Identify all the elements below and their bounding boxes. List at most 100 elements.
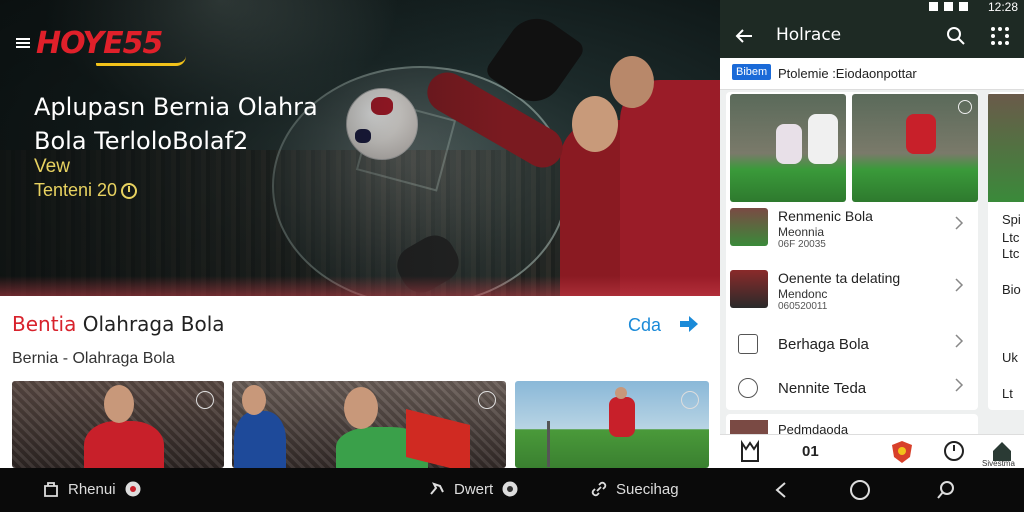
search-icon[interactable] <box>946 26 966 46</box>
badge-icon <box>196 391 214 409</box>
player-figure <box>776 124 802 164</box>
status-time: 12:28 <box>987 0 1018 14</box>
list-item-meta: 060520011 <box>778 301 828 312</box>
chevron-right-icon <box>955 334 964 348</box>
list-item[interactable]: Oenente ta delating Mendonc 060520011 <box>726 268 978 312</box>
sysnav-item-3[interactable]: Suecihag <box>590 480 679 498</box>
system-search-icon[interactable] <box>936 480 956 500</box>
peek-thumbnail <box>988 94 1024 202</box>
main-pane: HOYE55 Aplupasn Bernia Olahra Bola Terlo… <box>0 0 720 468</box>
hero-time: Tenteni 20 <box>34 180 138 201</box>
app-title: Holrace <box>776 25 842 45</box>
player-icon <box>430 482 444 495</box>
badge-icon <box>681 391 699 409</box>
list-item-subtitle: Mendonc <box>778 287 828 301</box>
menu-item-label: Nennite Teda <box>778 380 867 397</box>
clock-icon <box>121 182 138 199</box>
badge-icon <box>478 391 496 409</box>
home-label: Sivestma <box>982 459 1015 468</box>
hero-banner[interactable]: HOYE55 Aplupasn Bernia Olahra Bola Terlo… <box>0 0 720 296</box>
peek-panel[interactable]: Spi Ltc Ltc Bio Uk Lt <box>988 92 1024 410</box>
menu-item[interactable]: Berhaga Bola <box>726 324 978 368</box>
list-item-thumb <box>730 270 768 308</box>
chevron-right-icon <box>955 378 964 392</box>
hero-time-label: Tenteni 20 <box>34 180 118 200</box>
battery-icon <box>944 2 953 11</box>
peek-text: Lt <box>1002 386 1013 401</box>
bottom-nav: 01 Sivestma <box>720 434 1024 468</box>
floodlight-graphic <box>547 421 550 467</box>
soccer-ball-icon <box>502 481 518 497</box>
thumbnail-card[interactable] <box>852 94 978 202</box>
logo-swoosh <box>96 56 186 66</box>
wifi-icon <box>929 2 938 11</box>
hero-fade <box>0 276 720 296</box>
more-grid-icon[interactable] <box>990 26 1010 46</box>
profile-icon[interactable] <box>738 439 762 465</box>
list-item-subtitle: Meonnia <box>778 225 825 239</box>
menu-item-label: Berhaga Bola <box>778 336 869 353</box>
status-bar: 12:28 <box>720 0 1024 14</box>
bottom-nav-label[interactable]: 01 <box>802 443 819 460</box>
peek-text: Ltc <box>1002 230 1020 245</box>
link-icon <box>591 481 607 497</box>
section-cta-link[interactable]: Cda <box>628 315 661 336</box>
chevron-right-icon <box>955 278 964 292</box>
player-figure <box>234 411 286 468</box>
section-title: Bentia Olahraga Bola <box>12 312 225 336</box>
list-item[interactable]: Pedmdaoda <box>726 414 978 437</box>
list-item[interactable]: Renmenic Bola Meonnia 06F 20035 <box>726 206 978 250</box>
list-item-thumb <box>730 208 768 246</box>
filter-chip[interactable]: Bibem <box>732 64 772 80</box>
share-icon <box>738 378 758 398</box>
sysnav-label: Rhenui <box>68 480 116 498</box>
system-back-icon[interactable] <box>772 480 790 500</box>
document-icon <box>738 334 758 354</box>
app-bar: Holrace <box>720 14 1024 58</box>
list-item-title: Oenente ta delating <box>778 270 901 286</box>
player-figure <box>84 421 164 468</box>
section-subtitle: Bernia - Olahraga Bola <box>12 350 175 367</box>
news-card[interactable] <box>515 381 709 468</box>
soccer-ball-icon <box>125 481 141 497</box>
player-head <box>344 387 378 429</box>
hero-title-line1: Aplupasn Bernia Olahra <box>34 93 318 121</box>
news-card[interactable] <box>232 381 506 468</box>
menu-icon[interactable] <box>16 38 30 48</box>
peek-text: Bio <box>1002 282 1021 297</box>
player-head <box>615 387 627 399</box>
sysnav-label: Suecihag <box>616 480 679 498</box>
peek-text: Ltc <box>1002 246 1020 261</box>
status-icons <box>929 2 968 11</box>
peek-text: Uk <box>1002 350 1018 365</box>
player-figure <box>808 114 838 164</box>
signal-icon <box>959 2 968 11</box>
hero-view-link[interactable]: Vew <box>34 156 70 178</box>
content-panel: Renmenic Bola Meonnia 06F 20035 Oenente … <box>726 92 978 410</box>
player-head <box>104 385 134 423</box>
list-item-title: Renmenic Bola <box>778 208 873 224</box>
player-head <box>242 385 266 415</box>
logo[interactable]: HOYE55 <box>36 26 186 68</box>
clock-icon[interactable] <box>942 439 966 465</box>
side-app-pane: 12:28 Holrace Bibem Ptolemie :Eiodaonpot… <box>720 0 1024 468</box>
news-card[interactable] <box>12 381 224 468</box>
filter-text: Ptolemie :Eiodaonpottar <box>778 66 917 81</box>
list-item-meta: 06F 20035 <box>778 239 826 250</box>
section-title-first: Bentia <box>12 312 77 336</box>
peek-text: Spi <box>1002 212 1021 227</box>
sysnav-label: Dwert <box>454 480 494 498</box>
arrow-right-icon[interactable] <box>678 314 700 334</box>
hero-title: Aplupasn Bernia Olahra Bola TerloloBolaf… <box>34 90 334 158</box>
player-figure <box>609 397 635 437</box>
filter-bar: Bibem Ptolemie :Eiodaonpottar <box>720 58 1024 90</box>
sysnav-item-2[interactable]: Dwert <box>428 480 519 498</box>
thumbnail-card[interactable] <box>730 94 846 202</box>
system-home-icon[interactable] <box>850 480 870 500</box>
player-figure <box>906 114 936 154</box>
sysnav-item-1[interactable]: Rhenui <box>42 480 142 498</box>
back-arrow-icon[interactable] <box>734 26 754 46</box>
menu-item[interactable]: Nennite Teda <box>726 368 978 412</box>
shield-icon[interactable] <box>890 439 914 465</box>
system-nav-bar: Rhenui Dwert Suecihag <box>0 468 1024 512</box>
